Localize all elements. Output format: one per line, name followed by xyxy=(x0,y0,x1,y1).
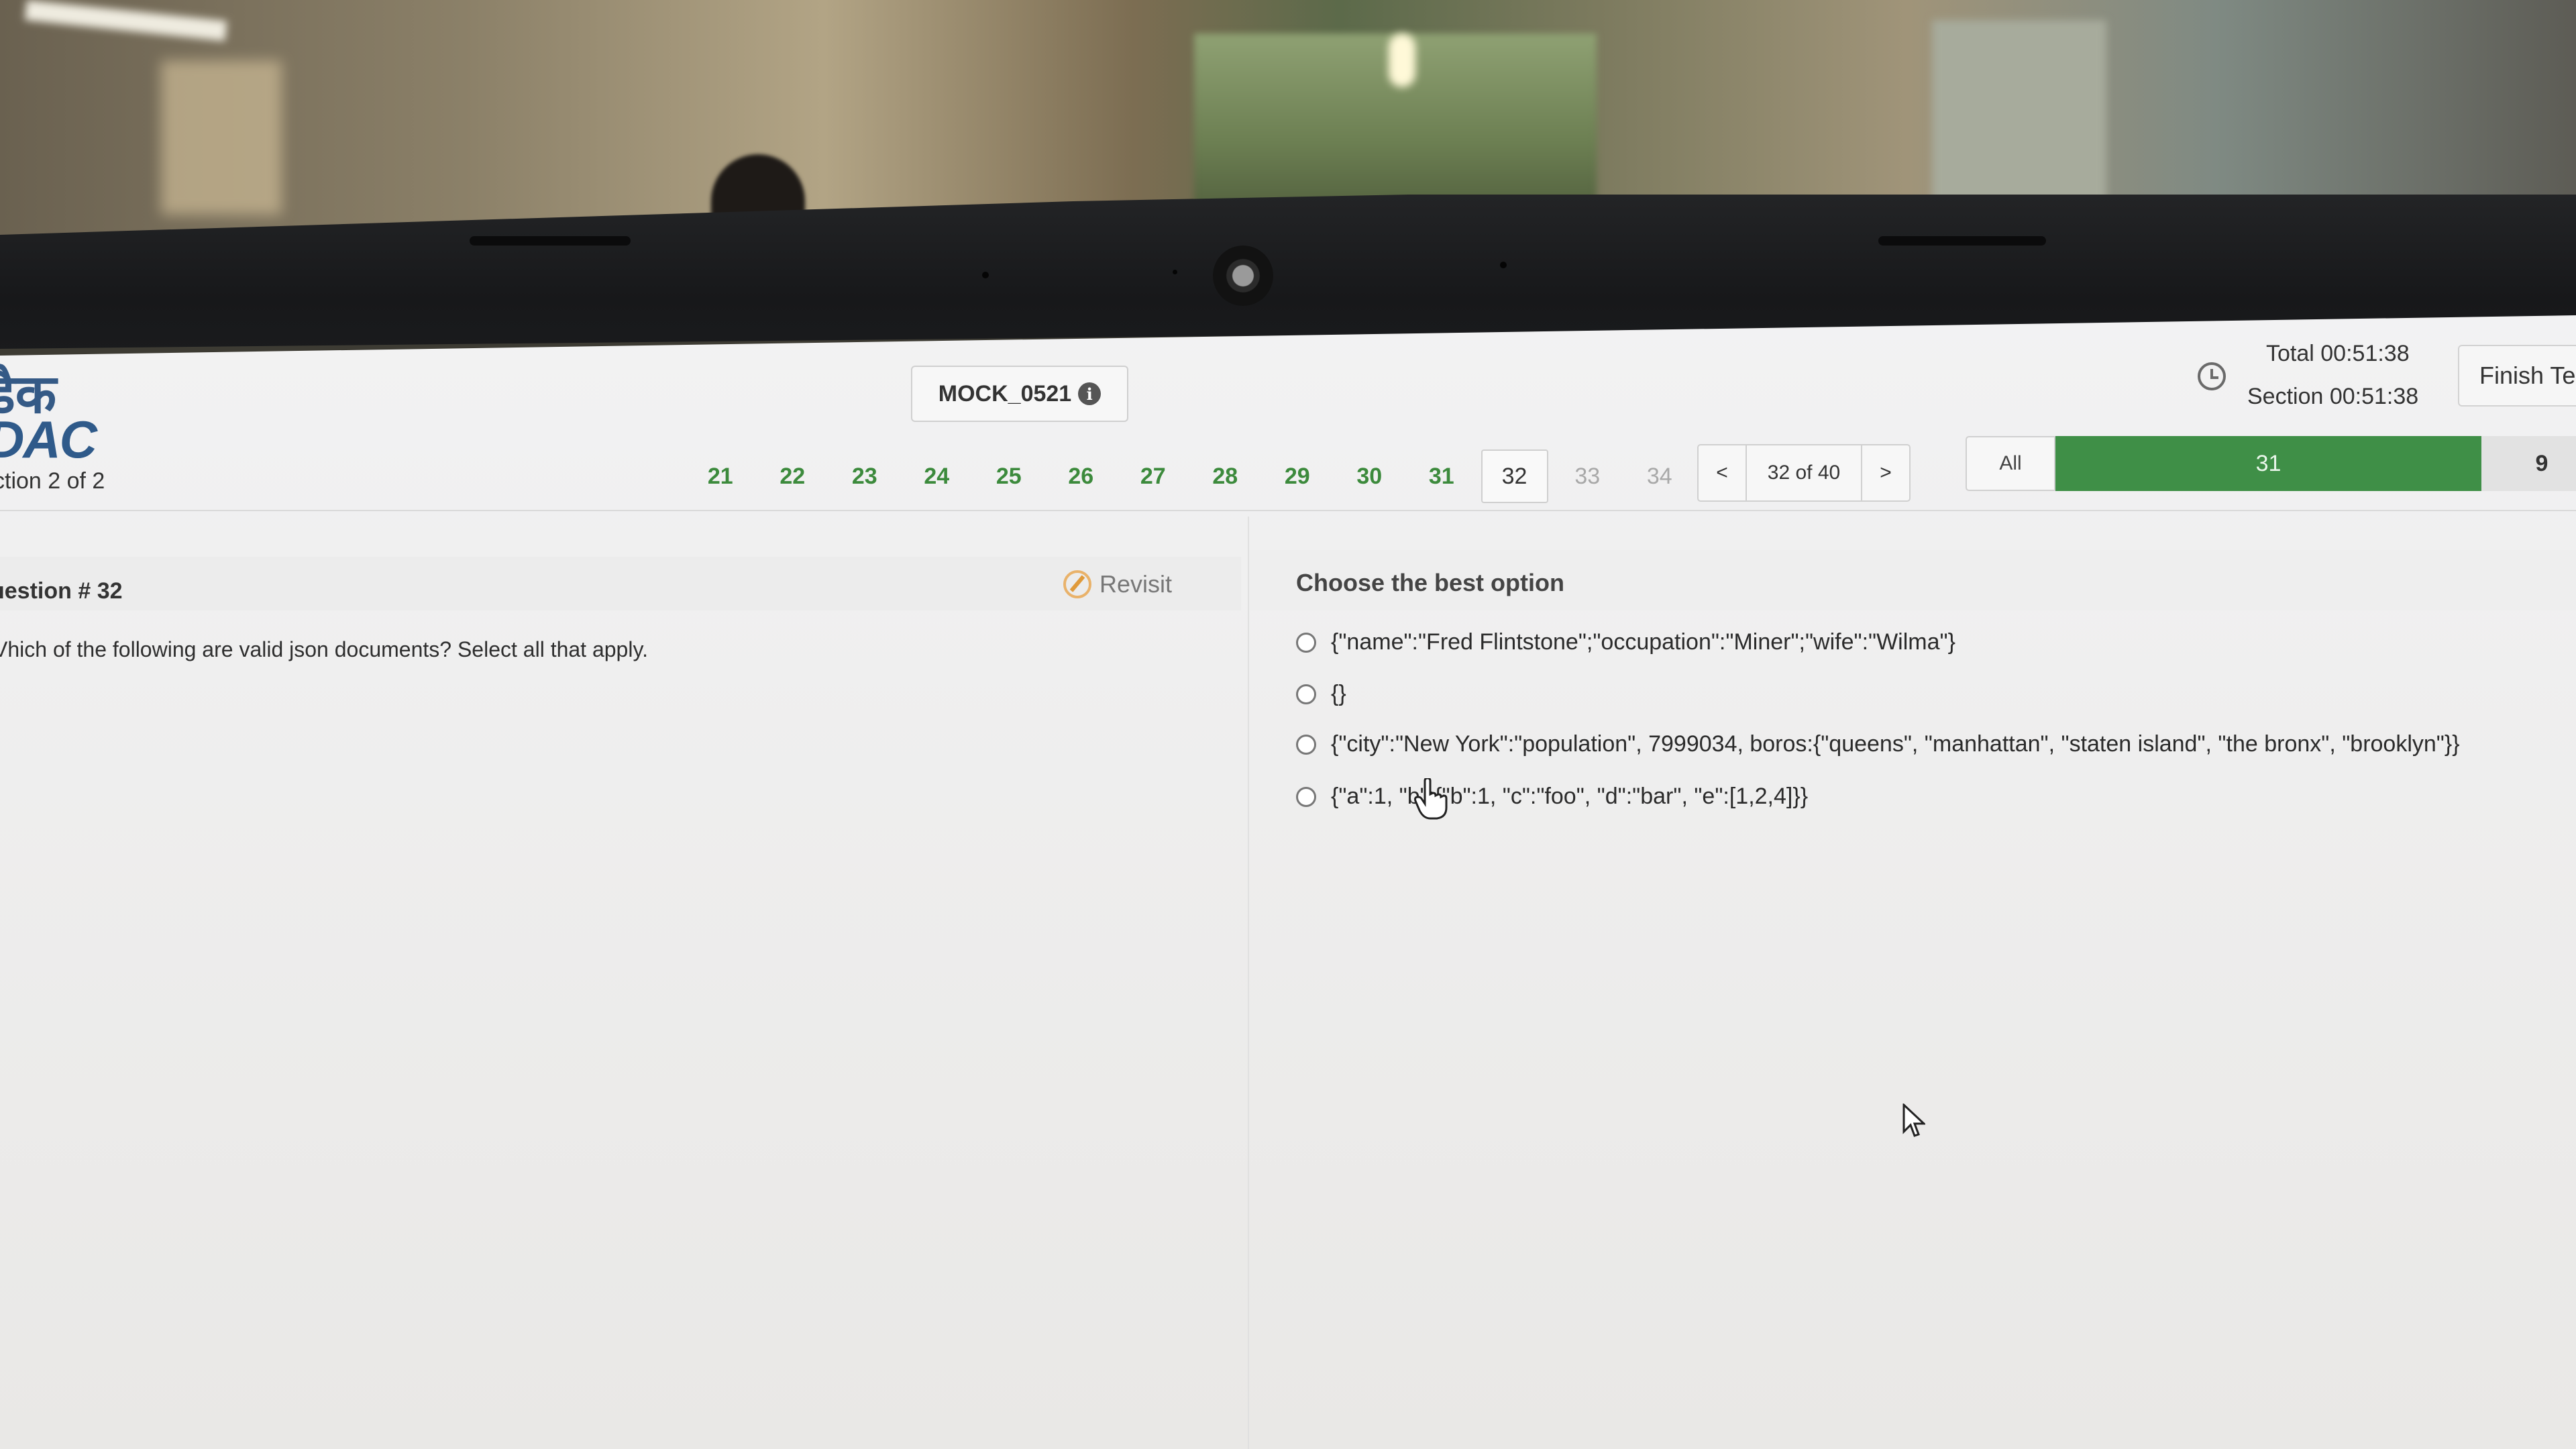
question-number-label: uestion # 32 xyxy=(0,578,123,604)
section-indicator: ction 2 of 2 xyxy=(0,468,105,494)
timer-section: Section 00:51:38 xyxy=(2247,384,2419,409)
answer-option[interactable]: {"city":"New York":"population", 7999034… xyxy=(1296,731,2460,757)
question-number-button[interactable]: 29 xyxy=(1261,464,1334,490)
test-name-box[interactable]: MOCK_0521 i xyxy=(911,366,1128,422)
question-number-button[interactable]: 27 xyxy=(1117,464,1189,490)
question-number-button[interactable]: 28 xyxy=(1189,464,1262,490)
curtain xyxy=(161,60,282,215)
question-navigator: 21 22 23 24 25 26 27 28 29 30 31 32 33 3… xyxy=(684,449,1696,503)
header-divider xyxy=(0,510,2576,511)
room-lamp xyxy=(1389,34,1415,87)
answer-option-text: {} xyxy=(1331,681,1346,706)
answer-status-bar: All 31 9 xyxy=(1966,436,2576,491)
hand-cursor-icon xyxy=(1414,778,1448,820)
revisit-icon xyxy=(1063,570,1091,598)
clock-icon xyxy=(2198,362,2226,390)
radio-icon[interactable] xyxy=(1296,734,1316,755)
question-number-button[interactable]: 25 xyxy=(973,464,1045,490)
question-text: Vhich of the following are valid json do… xyxy=(0,637,648,661)
timer-total: Total 00:51:38 xyxy=(2266,341,2410,366)
answer-option[interactable]: {} xyxy=(1296,681,1346,707)
answer-option-text: {"a":1, "b":{"b":1, "c":"foo", "d":"bar"… xyxy=(1331,784,1809,809)
room-window-right xyxy=(1932,20,2106,215)
question-number-button[interactable]: 30 xyxy=(1334,464,1406,490)
answered-count[interactable]: 31 xyxy=(2055,436,2481,491)
revisit-button[interactable]: Revisit xyxy=(1063,570,1172,598)
question-header-bar xyxy=(0,557,1241,610)
test-name: MOCK_0521 xyxy=(938,380,1072,407)
brand-logo: DAC xyxy=(0,410,97,469)
radio-icon[interactable] xyxy=(1296,786,1316,807)
unanswered-count[interactable]: 9 xyxy=(2481,436,2576,491)
question-pager: < 32 of 40 > xyxy=(1697,444,1911,502)
options-heading: Choose the best option xyxy=(1296,569,1564,596)
answer-option[interactable]: {"a":1, "b":{"b":1, "c":"foo", "d":"bar"… xyxy=(1296,784,1808,810)
exam-screen: डैक DAC ction 2 of 2 MOCK_0521 i Total 0… xyxy=(0,315,2576,1449)
panel-divider xyxy=(1248,517,1249,1449)
bezel-slot-right xyxy=(1878,236,2046,246)
question-number-button[interactable]: 23 xyxy=(828,464,901,490)
finish-test-button[interactable]: Finish Te xyxy=(2458,345,2576,407)
question-number-button[interactable]: 21 xyxy=(684,464,757,490)
webcam-icon xyxy=(1213,246,1273,306)
prev-question-button[interactable]: < xyxy=(1699,445,1746,500)
radio-icon[interactable] xyxy=(1296,684,1316,704)
answer-option[interactable]: {"name":"Fred Flintstone";"occupation":"… xyxy=(1296,629,1955,655)
filter-all-button[interactable]: All xyxy=(1966,436,2055,491)
bezel-sensor xyxy=(1500,262,1507,268)
question-number-button[interactable]: 22 xyxy=(757,464,829,490)
answer-option-text: {"city":"New York":"population", 7999034… xyxy=(1331,731,2460,757)
question-number-button[interactable]: 31 xyxy=(1405,464,1478,490)
arrow-cursor-icon xyxy=(1902,1104,1925,1137)
question-number-button[interactable]: 24 xyxy=(901,464,973,490)
current-question-button[interactable]: 32 xyxy=(1481,449,1548,503)
bezel-slot-left xyxy=(470,236,631,246)
question-number-button[interactable]: 34 xyxy=(1623,464,1696,490)
answer-option-text: {"name":"Fred Flintstone";"occupation":"… xyxy=(1331,629,1955,655)
question-number-button[interactable]: 33 xyxy=(1552,464,1624,490)
question-number-button[interactable]: 26 xyxy=(1045,464,1118,490)
radio-icon[interactable] xyxy=(1296,632,1316,653)
revisit-label: Revisit xyxy=(1099,570,1173,598)
next-question-button[interactable]: > xyxy=(1862,445,1909,500)
bezel-sensor xyxy=(982,272,989,278)
info-icon[interactable]: i xyxy=(1078,382,1102,405)
question-position: 32 of 40 xyxy=(1746,445,1862,500)
bezel-sensor xyxy=(1173,270,1177,274)
ceiling-light xyxy=(24,0,227,42)
